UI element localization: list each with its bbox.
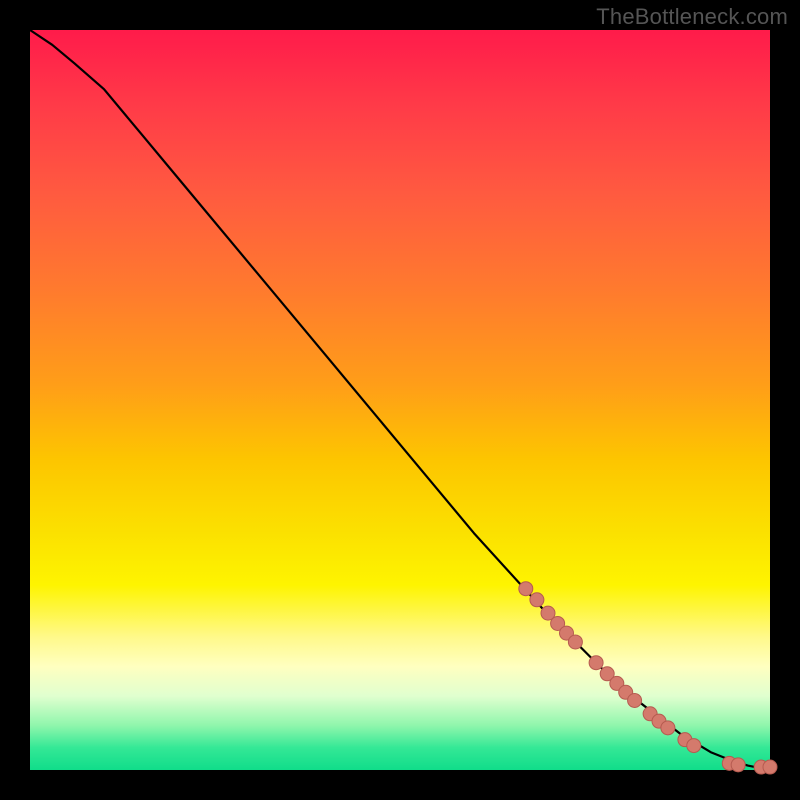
data-point xyxy=(661,721,675,735)
data-point xyxy=(628,693,642,707)
chart-svg xyxy=(30,30,770,770)
data-point xyxy=(731,758,745,772)
watermark-label: TheBottleneck.com xyxy=(596,4,788,30)
data-point xyxy=(568,635,582,649)
data-points-group xyxy=(519,582,777,774)
data-point xyxy=(589,656,603,670)
data-point xyxy=(519,582,533,596)
plot-area xyxy=(30,30,770,770)
bottleneck-curve xyxy=(30,30,770,767)
data-point xyxy=(530,593,544,607)
data-point xyxy=(687,739,701,753)
chart-frame: TheBottleneck.com xyxy=(0,0,800,800)
data-point xyxy=(763,760,777,774)
